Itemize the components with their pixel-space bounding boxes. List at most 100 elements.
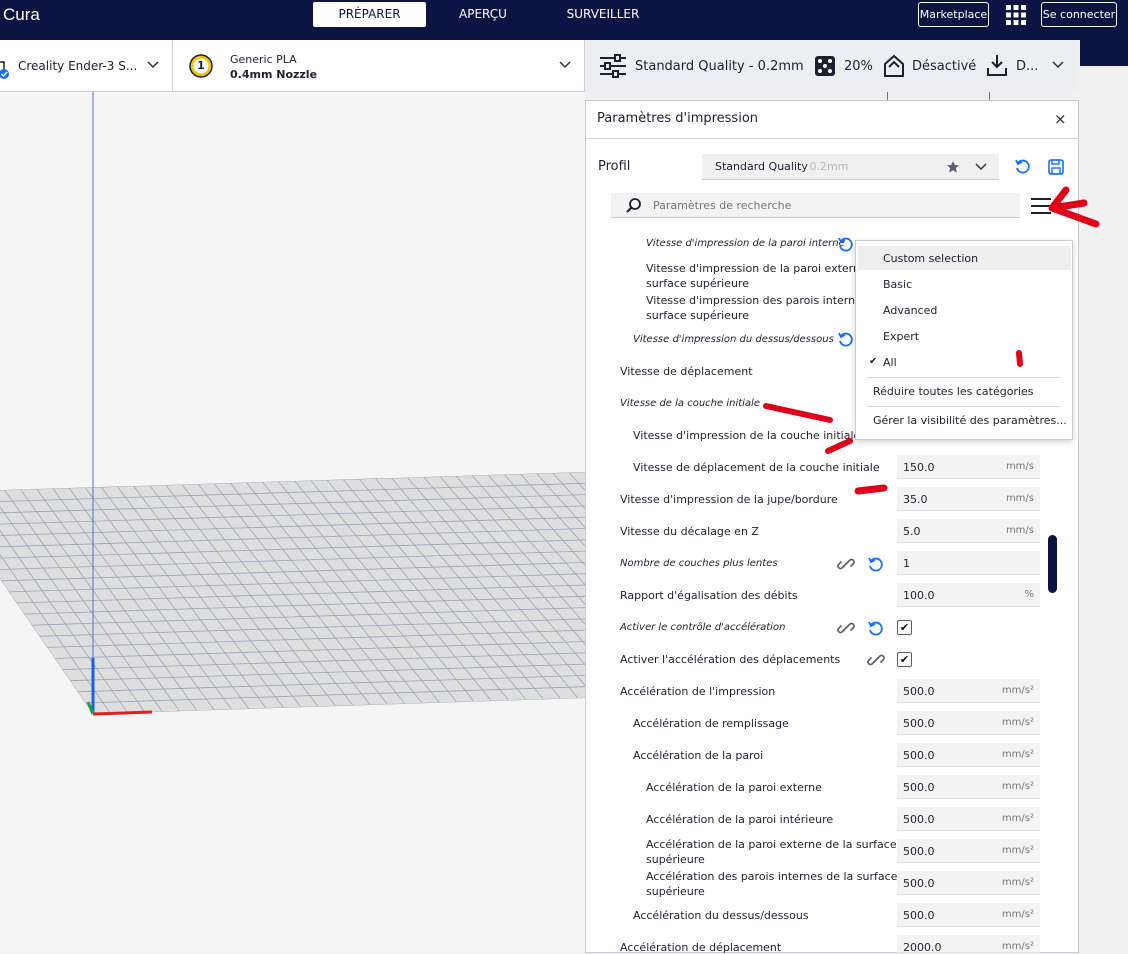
chevron-down-icon[interactable] xyxy=(975,162,987,172)
infill-icon xyxy=(815,56,835,76)
setting-field[interactable]: 500.0 mm/s² xyxy=(897,775,1040,799)
reset-profile-icon[interactable] xyxy=(1014,158,1032,176)
tab-preview[interactable]: APERÇU xyxy=(440,2,526,27)
divider xyxy=(172,40,173,92)
field-unit: mm/s xyxy=(1005,493,1034,504)
setting-label: Vitesse d'impression de la couche initia… xyxy=(633,429,861,442)
infill-value[interactable]: 20% xyxy=(844,59,873,74)
extruder-badge[interactable]: 1 xyxy=(188,53,214,79)
chevron-down-icon[interactable] xyxy=(1052,60,1064,70)
setting-field[interactable]: 500.0 mm/s² xyxy=(897,679,1040,703)
setting-label: Vitesse d'impression de la paroi externe xyxy=(646,262,867,275)
setting-label: Vitesse de la couche initiale xyxy=(620,398,760,409)
field-value: 1 xyxy=(903,557,910,570)
field-unit: mm/s² xyxy=(1001,909,1034,920)
link-icon[interactable] xyxy=(867,651,885,669)
menu-divider xyxy=(867,406,1060,407)
extruder-number: 1 xyxy=(197,59,205,72)
menu-item-basic[interactable]: Basic xyxy=(883,278,912,291)
profile-selector[interactable]: Standard Quality - 0.2mm xyxy=(702,154,999,180)
build-plate[interactable] xyxy=(0,92,585,953)
field-unit: mm/s² xyxy=(1001,845,1034,856)
field-value: 500.0 xyxy=(903,909,935,922)
field-value: 150.0 xyxy=(903,461,935,474)
setting-field[interactable]: 500.0 mm/s² xyxy=(897,871,1040,895)
star-icon[interactable] xyxy=(946,160,960,174)
tab-prepare[interactable]: PRÉPARER xyxy=(313,2,426,27)
search-bar[interactable] xyxy=(611,193,1020,218)
menu-item-advanced[interactable]: Advanced xyxy=(883,304,937,317)
setting-field[interactable]: 500.0 mm/s² xyxy=(897,807,1040,831)
apps-grid-icon[interactable] xyxy=(1005,4,1027,26)
setting-label: Accélération de la paroi externe xyxy=(646,781,822,794)
setting-field[interactable]: 500.0 mm/s² xyxy=(897,903,1040,927)
setting-label: Vitesse d'impression des parois internes xyxy=(646,294,868,307)
setting-label: Accélération du dessus/dessous xyxy=(633,909,809,922)
field-value: 500.0 xyxy=(903,877,935,890)
setting-field[interactable]: 500.0 mm/s² xyxy=(897,711,1040,735)
printer-name[interactable]: Creality Ender-3 S... xyxy=(18,59,137,73)
field-value: 500.0 xyxy=(903,685,935,698)
field-value: 500.0 xyxy=(903,781,935,794)
setting-label: Accélération de déplacement xyxy=(620,941,782,954)
scrollbar-thumb[interactable] xyxy=(1048,535,1057,593)
revert-icon[interactable] xyxy=(867,620,885,638)
link-icon[interactable] xyxy=(837,555,855,573)
menu-item-expert[interactable]: Expert xyxy=(883,330,919,343)
setting-field[interactable]: 500.0 mm/s² xyxy=(897,839,1040,863)
marketplace-button[interactable]: Marketplace xyxy=(918,2,989,27)
field-value: 5.0 xyxy=(903,525,921,538)
setting-field[interactable]: 150.0 mm/s xyxy=(897,455,1040,479)
setting-field[interactable]: 2000.0 mm/s² xyxy=(897,935,1040,954)
menu-item-collapse-all[interactable]: Réduire toutes les catégories xyxy=(873,385,1034,398)
link-icon[interactable] xyxy=(837,619,855,637)
setting-label: surface supérieure xyxy=(646,277,749,290)
quality-label[interactable]: Standard Quality - 0.2mm xyxy=(635,59,804,74)
setting-label: Vitesse d'impression de la paroi interne xyxy=(646,238,845,249)
field-value: 500.0 xyxy=(903,845,935,858)
chevron-down-icon[interactable] xyxy=(147,60,159,70)
setting-field[interactable]: 1 xyxy=(897,551,1040,575)
revert-icon[interactable] xyxy=(837,331,855,349)
divider xyxy=(586,138,1078,139)
field-unit: mm/s xyxy=(1005,525,1034,536)
setting-label: Activer l'accélération des déplacements xyxy=(620,653,841,666)
search-icon xyxy=(626,198,641,213)
setting-label: Activer le contrôle d'accélération xyxy=(620,622,786,633)
setting-field[interactable]: 100.0 % xyxy=(897,583,1040,607)
setting-label: Rapport d'égalisation des débits xyxy=(620,589,798,602)
field-unit: mm/s xyxy=(1005,461,1034,472)
signin-button[interactable]: Se connecter xyxy=(1041,2,1117,27)
check-icon: ✔ xyxy=(869,356,878,367)
setting-field[interactable]: 5.0 mm/s xyxy=(897,519,1040,543)
setting-label: Accélération de la paroi intérieure xyxy=(646,813,834,826)
setting-label: supérieure xyxy=(646,853,705,866)
close-icon[interactable]: × xyxy=(1054,110,1067,128)
menu-item-all[interactable]: All xyxy=(883,356,897,369)
support-value[interactable]: Désactivé xyxy=(912,59,976,74)
field-value: 2000.0 xyxy=(903,941,942,954)
setting-label: Accélération de remplissage xyxy=(633,717,789,730)
tab-monitor[interactable]: SURVEILLER xyxy=(548,2,658,27)
menu-item-manage-visibility[interactable]: Gérer la visibilité des paramètres... xyxy=(873,414,1067,427)
setting-checkbox[interactable]: ✔ xyxy=(897,620,912,635)
material-name[interactable]: Generic PLA xyxy=(230,53,297,66)
menu-item-label[interactable]: Custom selection xyxy=(883,252,978,265)
revert-icon[interactable] xyxy=(867,556,885,574)
setting-label: Vitesse de déplacement de la couche init… xyxy=(633,461,880,474)
setting-label: Vitesse de déplacement xyxy=(620,365,753,378)
chevron-down-icon[interactable] xyxy=(559,60,571,70)
panel-title: Paramètres d'impression xyxy=(597,111,759,126)
nozzle-name[interactable]: 0.4mm Nozzle xyxy=(230,68,317,81)
printer-connected-icon xyxy=(0,61,9,79)
setting-checkbox[interactable]: ✔ xyxy=(897,652,912,667)
field-value: 35.0 xyxy=(903,493,928,506)
setting-field[interactable]: 35.0 mm/s xyxy=(897,487,1040,511)
setting-label: Nombre de couches plus lentes xyxy=(620,558,778,569)
revert-icon[interactable] xyxy=(837,236,855,254)
setting-field[interactable]: 500.0 mm/s² xyxy=(897,743,1040,767)
hamburger-menu-icon[interactable] xyxy=(1030,196,1052,216)
adhesion-value[interactable]: D... xyxy=(1016,59,1038,74)
search-input[interactable] xyxy=(651,196,1011,214)
save-profile-icon[interactable] xyxy=(1047,158,1065,176)
